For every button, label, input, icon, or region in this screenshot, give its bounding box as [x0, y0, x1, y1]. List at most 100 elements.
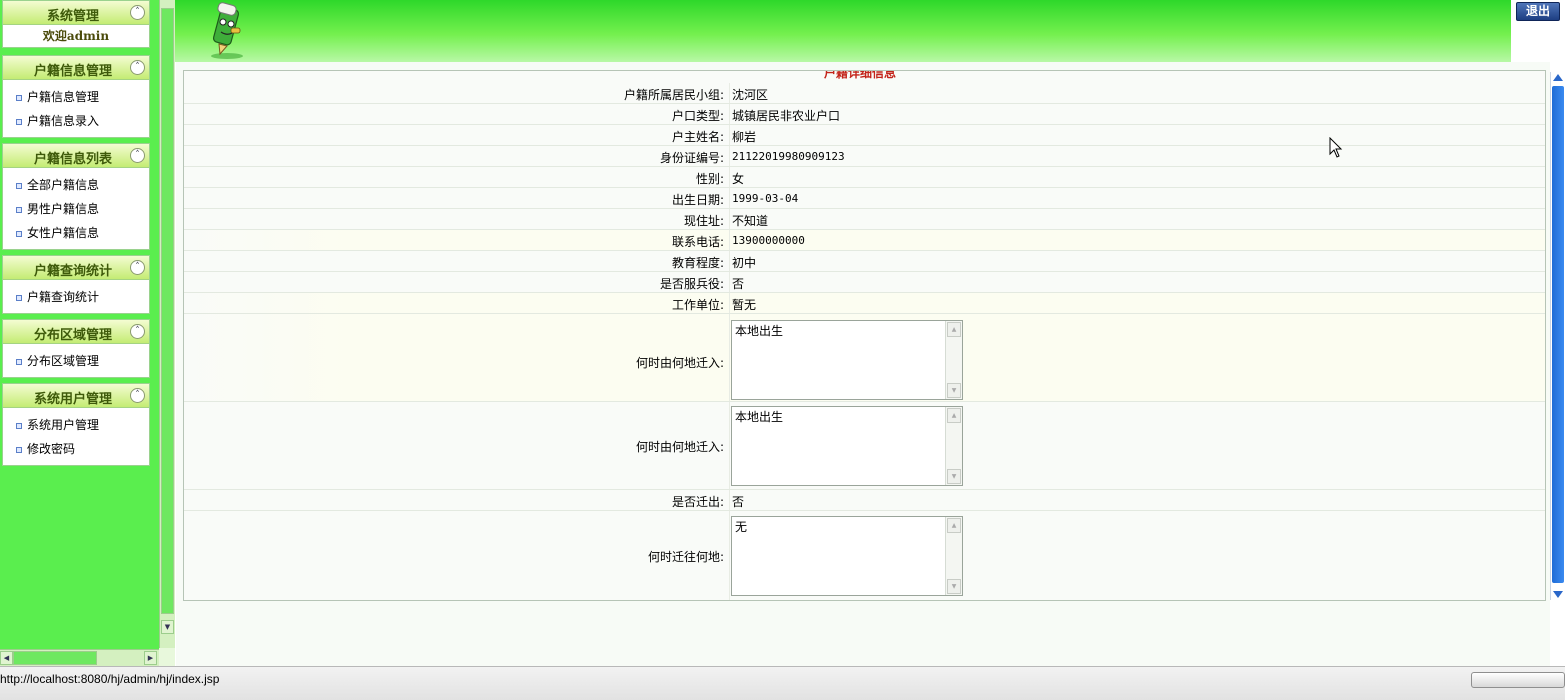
- menu-item-household-manage[interactable]: 户籍信息管理: [3, 85, 149, 109]
- field-label: 何时迁往何地:: [647, 550, 724, 564]
- sidebar-horizontal-scrollbar[interactable]: ◀ ▶: [0, 649, 159, 666]
- menu-item-female-records[interactable]: 女性户籍信息: [3, 221, 149, 245]
- move-in-textarea-2[interactable]: 本地出生 ▲ ▼: [731, 406, 963, 486]
- sidebar: 系统管理 ˄ 欢迎admin 户籍信息管理 ˄ 户籍信息管理 户籍信息录入 户籍…: [0, 0, 159, 666]
- field-label: 户籍所属居民小组:: [623, 88, 724, 102]
- menu-header-list[interactable]: 户籍信息列表 ˄: [3, 144, 149, 168]
- top-banner: [175, 0, 1511, 62]
- logout-button[interactable]: 退出: [1516, 2, 1560, 21]
- collapse-up-icon[interactable]: ˄: [130, 148, 145, 163]
- textarea-scrollbar[interactable]: ▲ ▼: [945, 321, 962, 399]
- menu-item-male-records[interactable]: 男性户籍信息: [3, 197, 149, 221]
- textarea-value: 无: [735, 520, 748, 534]
- collapse-up-icon[interactable]: ˄: [130, 324, 145, 339]
- move-out-textarea[interactable]: 无 ▲ ▼: [731, 516, 963, 596]
- field-value: 否: [732, 495, 745, 509]
- detail-row: 性别: 女: [184, 167, 1545, 188]
- field-label: 是否迁出:: [671, 495, 724, 509]
- scroll-left-arrow-icon[interactable]: ◀: [0, 651, 13, 665]
- menu-header-region[interactable]: 分布区域管理 ˄: [3, 320, 149, 344]
- bullet-icon: [16, 207, 22, 213]
- menu-item-household-entry[interactable]: 户籍信息录入: [3, 109, 149, 133]
- menu-item-label: 户籍信息录入: [27, 114, 100, 128]
- menu-item-label: 户籍查询统计: [27, 290, 100, 304]
- menu-header-system[interactable]: 系统管理 ˄: [3, 1, 149, 25]
- field-label: 何时由何地迁入:: [635, 440, 724, 454]
- menu-item-label: 男性户籍信息: [27, 202, 100, 216]
- scroll-up-arrow-icon[interactable]: [1553, 74, 1563, 81]
- mouse-cursor-icon: [1329, 137, 1343, 158]
- detail-row: 户籍所属居民小组: 沈河区: [184, 83, 1545, 104]
- menu-header-household[interactable]: 户籍信息管理 ˄: [3, 56, 149, 80]
- bullet-icon: [16, 231, 22, 237]
- menu-header-label: 系统管理: [46, 9, 99, 24]
- menu-item-region-manage[interactable]: 分布区域管理: [3, 349, 149, 373]
- scrollbar-thumb[interactable]: [1552, 86, 1564, 583]
- pencil-mascot-icon: [211, 2, 243, 59]
- sidebar-vertical-scrollbar[interactable]: ▼: [159, 0, 175, 648]
- menu-header-users[interactable]: 系统用户管理 ˄: [3, 384, 149, 408]
- menu-group-query: 户籍查询统计 ˄ 户籍查询统计: [2, 255, 150, 314]
- menu-item-change-password[interactable]: 修改密码: [3, 437, 149, 461]
- scrollbar-corner: [159, 648, 175, 666]
- status-bar: http://localhost:8080/hj/admin/hj/index.…: [0, 666, 1565, 700]
- field-label: 何时由何地迁入:: [635, 356, 724, 370]
- menu-header-label: 分布区域管理: [33, 328, 112, 343]
- menu-group-list: 户籍信息列表 ˄ 全部户籍信息 男性户籍信息 女性户籍信息: [2, 143, 150, 250]
- textarea-scrollbar[interactable]: ▲ ▼: [945, 517, 962, 595]
- bullet-icon: [16, 95, 22, 101]
- field-label: 性别:: [695, 172, 724, 186]
- field-label: 教育程度:: [671, 256, 724, 270]
- collapse-up-icon[interactable]: ˄: [130, 388, 145, 403]
- field-value: 沈河区: [732, 88, 769, 102]
- detail-row: 教育程度: 初中: [184, 251, 1545, 272]
- scrollbar-thumb[interactable]: [13, 651, 97, 665]
- menu-item-label: 系统用户管理: [27, 418, 100, 432]
- bullet-icon: [16, 359, 22, 365]
- page-title: 户籍详细信息: [824, 70, 897, 80]
- menu-item-user-manage[interactable]: 系统用户管理: [3, 413, 149, 437]
- menu-group-system: 系统管理 ˄ 欢迎admin: [2, 0, 150, 48]
- menu-item-all-records[interactable]: 全部户籍信息: [3, 173, 149, 197]
- status-url-text: http://localhost:8080/hj/admin/hj/index.…: [0, 672, 220, 686]
- main-content: 户籍详细信息 户籍所属居民小组: 沈河区 户口类型: 城镇居民非农业户口 户主姓…: [176, 62, 1550, 666]
- detail-row: 户口类型: 城镇居民非农业户口: [184, 104, 1545, 125]
- menu-group-users: 系统用户管理 ˄ 系统用户管理 修改密码: [2, 383, 150, 466]
- field-value: 暂无: [732, 298, 757, 312]
- menu-item-label: 修改密码: [27, 442, 76, 456]
- scroll-down-arrow-icon[interactable]: [1553, 591, 1563, 598]
- field-value: 不知道: [732, 214, 769, 228]
- bullet-icon: [16, 447, 22, 453]
- menu-group-region: 分布区域管理 ˄ 分布区域管理: [2, 319, 150, 378]
- detail-row: 是否服兵役: 否: [184, 272, 1545, 293]
- field-label: 联系电话:: [671, 235, 724, 249]
- field-value: 21122019980909123: [732, 150, 845, 163]
- main-vertical-scrollbar[interactable]: [1550, 72, 1565, 600]
- menu-item-label: 户籍信息管理: [27, 90, 100, 104]
- menu-item-label: 全部户籍信息: [27, 178, 100, 192]
- collapse-up-icon[interactable]: ˄: [130, 260, 145, 275]
- field-label: 出生日期:: [671, 193, 724, 207]
- detail-row: 联系电话: 13900000000: [184, 230, 1545, 251]
- collapse-up-icon[interactable]: ˄: [130, 60, 145, 75]
- menu-header-query[interactable]: 户籍查询统计 ˄: [3, 256, 149, 280]
- scroll-down-arrow-icon[interactable]: ▼: [161, 620, 174, 634]
- menu-item-query-stats[interactable]: 户籍查询统计: [3, 285, 149, 309]
- scroll-right-arrow-icon[interactable]: ▶: [144, 651, 157, 665]
- field-label: 现住址:: [683, 214, 724, 228]
- bullet-icon: [16, 423, 22, 429]
- field-value: 否: [732, 277, 745, 291]
- menu-group-household: 户籍信息管理 ˄ 户籍信息管理 户籍信息录入: [2, 55, 150, 138]
- scrollbar-thumb[interactable]: [161, 8, 174, 614]
- textarea-scrollbar[interactable]: ▲ ▼: [945, 407, 962, 485]
- collapse-up-icon[interactable]: ˄: [130, 5, 145, 20]
- menu-item-label: 女性户籍信息: [27, 226, 100, 240]
- detail-row: 是否迁出: 否: [184, 490, 1545, 511]
- field-label: 身份证编号:: [659, 151, 724, 165]
- menu-header-label: 户籍查询统计: [33, 264, 112, 279]
- move-in-textarea[interactable]: 本地出生 ▲ ▼: [731, 320, 963, 400]
- menu-item-label: 分布区域管理: [27, 354, 100, 368]
- field-value: 初中: [732, 256, 757, 270]
- bullet-icon: [16, 295, 22, 301]
- welcome-text: 欢迎admin: [42, 29, 110, 43]
